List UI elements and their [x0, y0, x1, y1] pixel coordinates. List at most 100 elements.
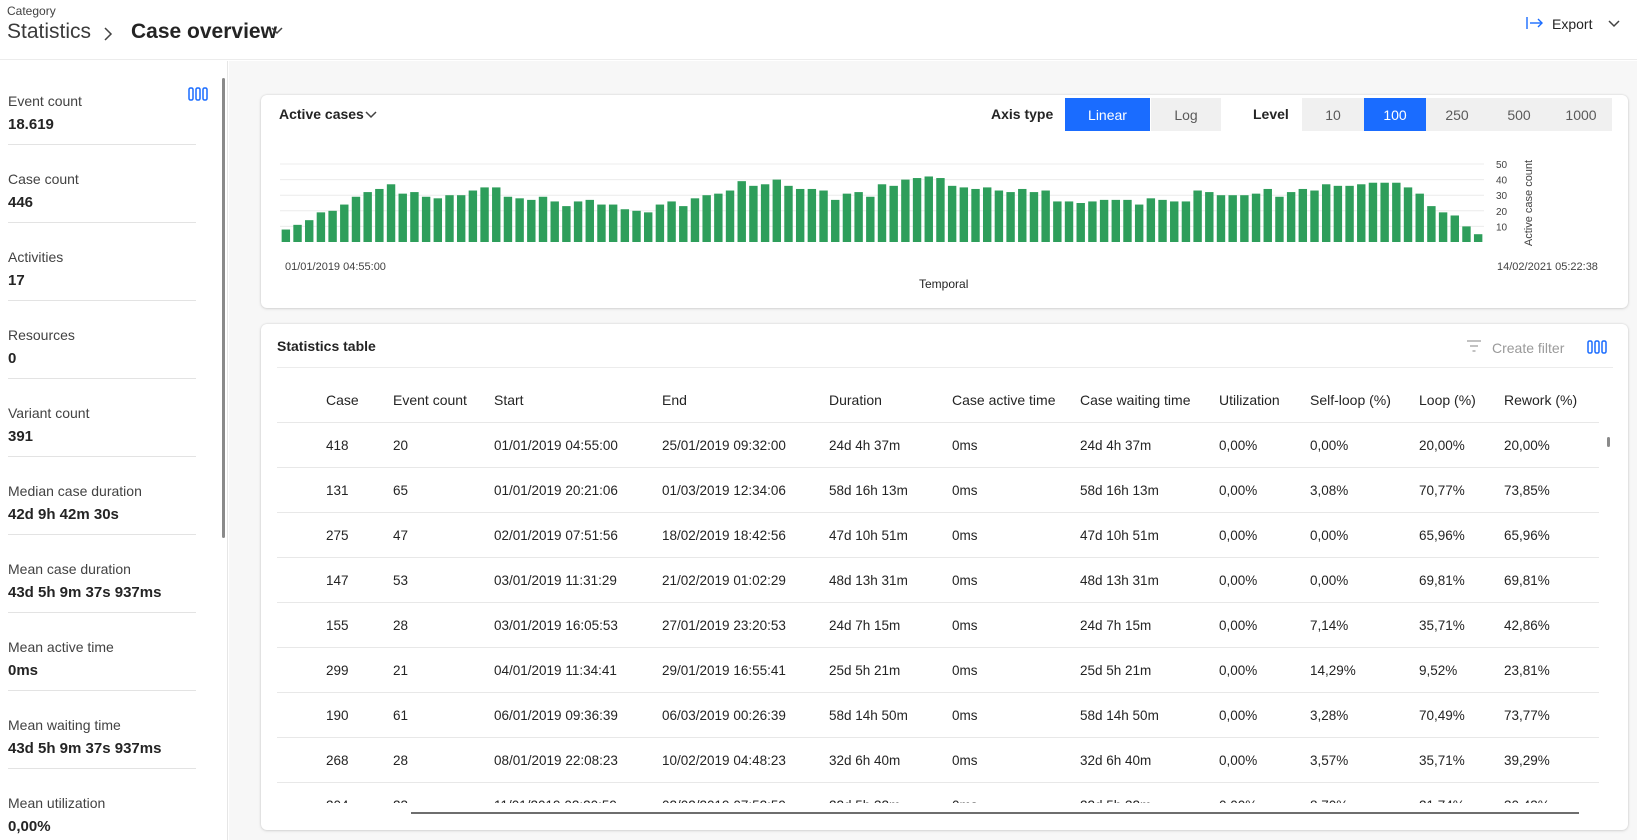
level-1000-button[interactable]: 1000 — [1550, 98, 1612, 131]
chart-bar[interactable] — [1333, 185, 1343, 242]
chart-bar[interactable] — [959, 187, 969, 242]
page-title[interactable]: Case overview — [131, 20, 277, 44]
chart-bar[interactable] — [328, 210, 337, 242]
chart-bar[interactable] — [398, 193, 407, 242]
chart-bar[interactable] — [316, 212, 326, 242]
level-10-button[interactable]: 10 — [1302, 98, 1364, 131]
sidebar-scrollbar[interactable] — [222, 78, 225, 538]
chevron-down-icon[interactable] — [364, 110, 378, 120]
chart-bar[interactable] — [585, 199, 594, 242]
chart-bar[interactable] — [468, 190, 478, 242]
chart-bar[interactable] — [1193, 190, 1202, 242]
chart-metric-selector[interactable]: Active cases — [279, 106, 364, 122]
chart-bar[interactable] — [760, 184, 770, 242]
chart-bar[interactable] — [410, 192, 419, 242]
chart-bar[interactable] — [725, 190, 735, 242]
chart-bar[interactable] — [971, 188, 980, 242]
chart-bar[interactable] — [889, 185, 898, 242]
chart-bar[interactable] — [714, 193, 723, 242]
chart-bar[interactable] — [386, 184, 396, 242]
chart-bar[interactable] — [1053, 201, 1062, 242]
chart-bar[interactable] — [807, 188, 817, 242]
chart-bar[interactable] — [1310, 190, 1319, 242]
chart-bar[interactable] — [421, 196, 431, 242]
chart-bar[interactable] — [842, 193, 852, 242]
chart-bar[interactable] — [655, 204, 665, 242]
chart-bar[interactable] — [749, 185, 758, 242]
chart-bar[interactable] — [492, 187, 501, 242]
chart-bar[interactable] — [1251, 193, 1261, 242]
chart-bar[interactable] — [632, 210, 641, 242]
chart-bar[interactable] — [608, 204, 618, 242]
chart-bar[interactable] — [1181, 201, 1191, 242]
chart-bar[interactable] — [1123, 199, 1132, 242]
table-vertical-scrollbar[interactable] — [1607, 437, 1610, 447]
table-row[interactable]: 155 28 03/01/2019 16:05:53 27/01/2019 23:20… — [277, 602, 1599, 647]
column-header-utilization[interactable]: Utilization — [1219, 392, 1280, 408]
chart-bar[interactable] — [1088, 201, 1097, 242]
chart-bar[interactable] — [877, 184, 887, 242]
chart-bar[interactable] — [644, 212, 653, 242]
chart-bar[interactable] — [772, 179, 782, 242]
chart-bar[interactable] — [1473, 234, 1483, 242]
level-250-button[interactable]: 250 — [1426, 98, 1488, 131]
chart-bar[interactable] — [1427, 206, 1436, 242]
chart-bar[interactable] — [679, 206, 688, 242]
chart-bar[interactable] — [831, 199, 840, 242]
chart-bar[interactable] — [1345, 185, 1354, 242]
table-row[interactable]: 268 28 08/01/2019 22:08:23 10/02/2019 04:48… — [277, 737, 1599, 782]
chart-bar[interactable] — [866, 196, 875, 242]
chart-bar[interactable] — [924, 176, 933, 242]
chart-bar[interactable] — [363, 192, 372, 242]
column-header-event-count[interactable]: Event count — [393, 392, 467, 408]
chart-bar[interactable] — [620, 209, 630, 242]
breadcrumb-statistics[interactable]: Statistics — [7, 20, 91, 44]
table-row[interactable]: 418 20 01/01/2019 04:55:00 25/01/2019 09:32… — [277, 422, 1599, 467]
table-horizontal-scrollbar[interactable] — [411, 812, 1579, 814]
chart-bar[interactable] — [573, 201, 583, 242]
chart-bar[interactable] — [1041, 190, 1050, 242]
level-500-button[interactable]: 500 — [1488, 98, 1550, 131]
chart-bar[interactable] — [527, 199, 536, 242]
column-header-end[interactable]: End — [662, 392, 687, 408]
table-row[interactable]: 131 65 01/01/2019 20:21:06 01/03/2019 12:34… — [277, 467, 1599, 512]
chart-bar[interactable] — [1064, 201, 1074, 242]
chart-bar[interactable] — [947, 185, 957, 242]
chart-bar[interactable] — [1205, 192, 1214, 242]
chart-bar[interactable] — [1392, 182, 1401, 242]
chart-bar[interactable] — [1006, 192, 1015, 242]
chart-bar[interactable] — [1403, 187, 1413, 242]
chart-bar[interactable] — [562, 206, 571, 242]
chart-bar[interactable] — [433, 198, 443, 242]
chart-bar[interactable] — [1029, 192, 1039, 242]
chart-bar[interactable] — [737, 181, 746, 242]
chart-bar[interactable] — [1111, 199, 1120, 242]
chart-bar[interactable] — [1380, 182, 1389, 242]
level-100-button[interactable]: 100 — [1364, 98, 1426, 131]
chart-bar[interactable] — [1462, 226, 1471, 242]
chart-bar[interactable] — [901, 179, 910, 242]
chart-bar[interactable] — [690, 198, 700, 242]
chart-bar[interactable] — [1216, 195, 1226, 242]
table-row[interactable]: 299 21 04/01/2019 11:34:41 29/01/2019 16:55… — [277, 647, 1599, 692]
chart-bar[interactable] — [994, 190, 1004, 242]
chart-bar[interactable] — [982, 187, 992, 242]
chart-bar[interactable] — [351, 196, 361, 242]
axis-type-log-button[interactable]: Log — [1151, 98, 1221, 131]
chart-bar[interactable] — [1275, 196, 1284, 242]
chart-bar[interactable] — [503, 196, 513, 242]
chart-bar[interactable] — [293, 224, 302, 242]
chart-bar[interactable] — [1134, 204, 1144, 242]
column-header-rework[interactable]: Rework (%) — [1504, 392, 1577, 408]
column-header-loop[interactable]: Loop (%) — [1419, 392, 1476, 408]
table-row[interactable]: 204 23 11/01/2019 02:20:59 02/02/2019 07:52… — [277, 782, 1599, 803]
chart-bar[interactable] — [456, 195, 466, 242]
chart-bar[interactable] — [702, 195, 711, 242]
chart-bar[interactable] — [1298, 188, 1308, 242]
chart-bar[interactable] — [1146, 198, 1156, 242]
chart-bar[interactable] — [1076, 203, 1085, 242]
column-header-case[interactable]: Case — [326, 392, 359, 408]
chart-bar[interactable] — [1415, 193, 1424, 242]
chart-bar[interactable] — [340, 204, 349, 242]
table-row[interactable]: 147 53 03/01/2019 11:31:29 21/02/2019 01:02… — [277, 557, 1599, 602]
